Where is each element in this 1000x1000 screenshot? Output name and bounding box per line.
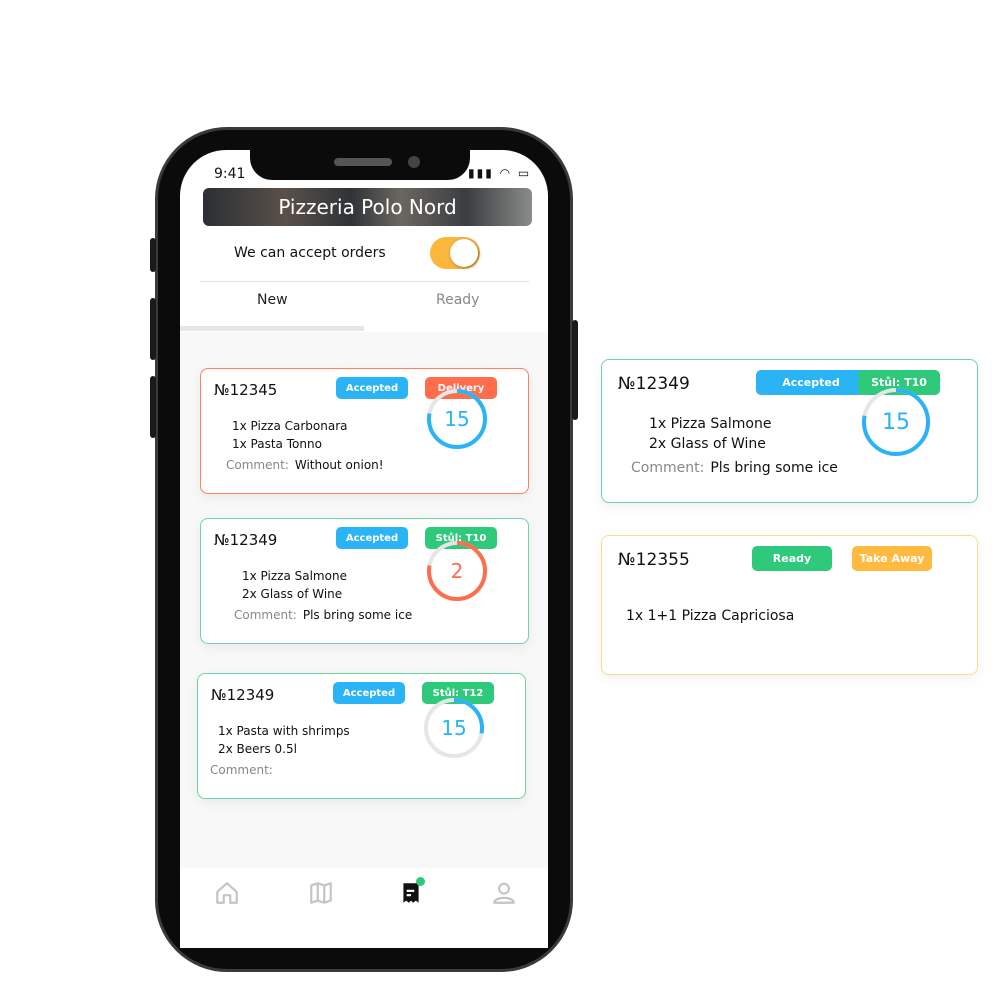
timer-value: 2: [451, 559, 464, 583]
comment-text: Pls bring some ice: [710, 460, 838, 476]
timer-ring: 15: [424, 698, 484, 758]
comment-label: Comment:: [210, 763, 273, 777]
order-items: 1x Pizza Salmone 2x Glass of Wine: [649, 414, 771, 454]
power-button: [572, 320, 578, 420]
toggle-knob: [450, 239, 478, 267]
notification-dot: [416, 877, 425, 886]
speaker: [334, 158, 392, 166]
divider: [200, 281, 529, 282]
comment-label: Comment:: [226, 458, 289, 472]
order-card[interactable]: №12349 Accepted Stůl: T10 1x Pizza Salmone 2…: [601, 359, 978, 503]
tab-ready[interactable]: Ready: [436, 292, 479, 308]
order-item: 1x Pasta Tonno: [232, 437, 322, 451]
order-number: №12355: [618, 550, 690, 570]
status-badge: Accepted: [756, 370, 866, 395]
timer-ring: 2: [427, 541, 487, 601]
mute-switch: [150, 238, 156, 272]
timer-value: 15: [882, 410, 910, 435]
order-number: №12349: [618, 374, 690, 394]
home-icon[interactable]: [214, 880, 240, 906]
order-number: №12349: [214, 531, 278, 549]
order-items: 1x Pasta with shrimps 2x Beers 0.5l: [218, 722, 350, 758]
restaurant-banner: Pizzeria Polo Nord: [203, 188, 532, 226]
timer-ring: 15: [427, 389, 487, 449]
status-badge: Accepted: [336, 377, 408, 399]
order-item: 2x Glass of Wine: [242, 587, 343, 601]
order-comment: Comment: Pls bring some ice: [631, 460, 838, 476]
order-items: 1x Pizza Salmone 2x Glass of Wine: [242, 567, 347, 603]
order-item: 2x Beers 0.5l: [218, 742, 297, 756]
order-item: 1x Pasta with shrimps: [218, 724, 350, 738]
status-badge: Accepted: [333, 682, 405, 704]
order-item: 2x Glass of Wine: [649, 436, 766, 452]
accept-orders-toggle[interactable]: [430, 237, 480, 269]
volume-up-button: [150, 298, 156, 360]
timer-value: 15: [444, 407, 469, 431]
volume-down-button: [150, 376, 156, 438]
comment-label: Comment:: [234, 608, 297, 622]
comment-text: Pls bring some ice: [302, 608, 413, 622]
tab-indicator: [180, 326, 364, 331]
camera: [408, 156, 420, 168]
tab-new[interactable]: New: [257, 292, 288, 308]
comment-label: Comment:: [631, 460, 705, 476]
order-item: 1x Pizza Salmone: [242, 569, 347, 583]
order-items: 1x 1+1 Pizza Capriciosa: [626, 606, 794, 626]
order-item: 1x 1+1 Pizza Capriciosa: [626, 608, 795, 624]
map-icon[interactable]: [308, 880, 334, 906]
status-badge: Take Away: [852, 546, 932, 571]
status-badge: Accepted: [336, 527, 408, 549]
status-time: 9:41: [214, 166, 246, 182]
profile-icon[interactable]: [491, 880, 517, 906]
order-number: №12349: [211, 686, 275, 704]
accept-orders-label: We can accept orders: [234, 245, 386, 261]
order-card[interactable]: №12345 Accepted Delivery 1x Pizza Carbonara…: [200, 368, 529, 494]
order-card[interactable]: №12349 Accepted Stůl: T10 1x Pizza Salmone 2…: [200, 518, 529, 644]
timer-ring: 15: [862, 388, 930, 456]
restaurant-title: Pizzeria Polo Nord: [278, 195, 457, 219]
order-items: 1x Pizza Carbonara 1x Pasta Tonno: [232, 417, 348, 453]
order-card[interactable]: №12349 Accepted Stůl: T12 1x Pasta with shr…: [197, 673, 526, 799]
order-comment: Comment:: [210, 763, 279, 777]
timer-value: 15: [441, 716, 466, 740]
order-item: 1x Pizza Salmone: [649, 416, 772, 432]
status-badge: Ready: [752, 546, 832, 571]
order-comment: Comment: Without onion!: [226, 458, 384, 472]
signal-wifi-battery-icon: ▮▮▮ ◠ ▭: [468, 166, 532, 180]
order-number: №12345: [214, 381, 278, 399]
order-item: 1x Pizza Carbonara: [232, 419, 348, 433]
comment-text: Without onion!: [294, 458, 384, 472]
order-card[interactable]: №12355 Ready Take Away 1x 1+1 Pizza Caprici…: [601, 535, 978, 675]
order-comment: Comment: Pls bring some ice: [234, 608, 412, 622]
